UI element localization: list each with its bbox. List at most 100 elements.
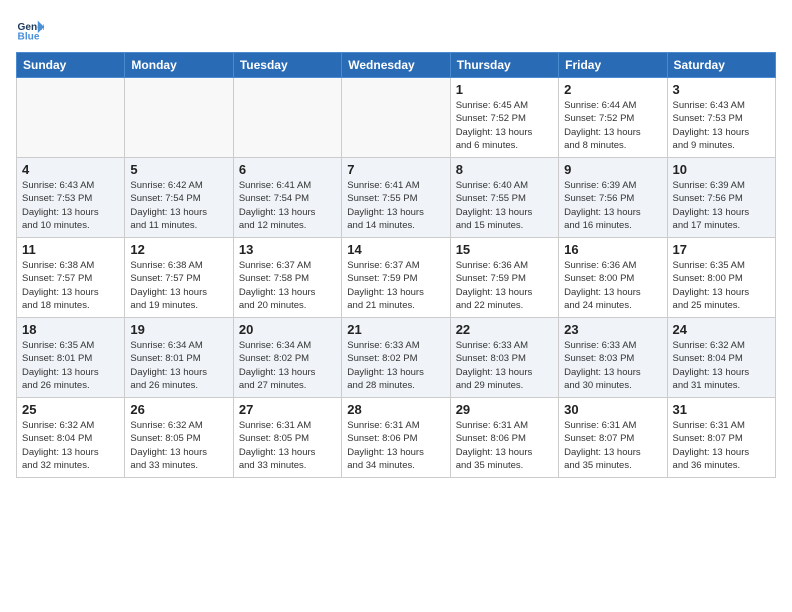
day-info: Sunrise: 6:43 AM Sunset: 7:53 PM Dayligh… [673,99,770,152]
day-number: 21 [347,322,444,337]
day-info: Sunrise: 6:36 AM Sunset: 8:00 PM Dayligh… [564,259,661,312]
day-info: Sunrise: 6:45 AM Sunset: 7:52 PM Dayligh… [456,99,553,152]
calendar-cell: 4 Sunrise: 6:43 AM Sunset: 7:53 PM Daylig… [17,158,125,238]
calendar-cell [342,78,450,158]
day-info: Sunrise: 6:44 AM Sunset: 7:52 PM Dayligh… [564,99,661,152]
day-number: 5 [130,162,227,177]
day-number: 20 [239,322,336,337]
calendar-cell: 23 Sunrise: 6:33 AM Sunset: 8:03 PM Dayli… [559,318,667,398]
calendar-cell: 10 Sunrise: 6:39 AM Sunset: 7:56 PM Dayli… [667,158,775,238]
calendar-cell: 15 Sunrise: 6:36 AM Sunset: 7:59 PM Dayli… [450,238,558,318]
calendar-cell: 7 Sunrise: 6:41 AM Sunset: 7:55 PM Daylig… [342,158,450,238]
calendar-cell: 6 Sunrise: 6:41 AM Sunset: 7:54 PM Daylig… [233,158,341,238]
day-number: 15 [456,242,553,257]
weekday-header: Sunday [17,53,125,78]
calendar-cell: 2 Sunrise: 6:44 AM Sunset: 7:52 PM Daylig… [559,78,667,158]
day-number: 31 [673,402,770,417]
calendar-cell: 9 Sunrise: 6:39 AM Sunset: 7:56 PM Daylig… [559,158,667,238]
svg-text:Blue: Blue [18,31,40,42]
day-info: Sunrise: 6:42 AM Sunset: 7:54 PM Dayligh… [130,179,227,232]
day-number: 4 [22,162,119,177]
day-info: Sunrise: 6:31 AM Sunset: 8:07 PM Dayligh… [564,419,661,472]
calendar-cell: 30 Sunrise: 6:31 AM Sunset: 8:07 PM Dayli… [559,398,667,478]
calendar-cell [233,78,341,158]
page-header: General Blue [16,16,776,44]
day-number: 12 [130,242,227,257]
weekday-header: Saturday [667,53,775,78]
calendar-cell: 11Sunrise: 6:38 AM Sunset: 7:57 PM Dayli… [17,238,125,318]
day-info: Sunrise: 6:36 AM Sunset: 7:59 PM Dayligh… [456,259,553,312]
day-number: 7 [347,162,444,177]
calendar-cell: 5 Sunrise: 6:42 AM Sunset: 7:54 PM Daylig… [125,158,233,238]
logo-icon: General Blue [16,16,44,44]
weekday-header: Wednesday [342,53,450,78]
calendar-cell: 20Sunrise: 6:34 AM Sunset: 8:02 PM Dayli… [233,318,341,398]
calendar-cell: 1 Sunrise: 6:45 AM Sunset: 7:52 PM Daylig… [450,78,558,158]
calendar-cell: 14 Sunrise: 6:37 AM Sunset: 7:59 PM Dayli… [342,238,450,318]
day-number: 2 [564,82,661,97]
day-number: 1 [456,82,553,97]
day-number: 30 [564,402,661,417]
weekday-header: Monday [125,53,233,78]
day-number: 19 [130,322,227,337]
calendar-cell: 31 Sunrise: 6:31 AM Sunset: 8:07 PM Dayli… [667,398,775,478]
calendar-header-row: SundayMondayTuesdayWednesdayThursdayFrid… [17,53,776,78]
weekday-header: Friday [559,53,667,78]
day-number: 10 [673,162,770,177]
day-number: 13 [239,242,336,257]
calendar-cell: 8 Sunrise: 6:40 AM Sunset: 7:55 PM Daylig… [450,158,558,238]
day-info: Sunrise: 6:31 AM Sunset: 8:06 PM Dayligh… [456,419,553,472]
day-info: Sunrise: 6:39 AM Sunset: 7:56 PM Dayligh… [564,179,661,232]
day-info: Sunrise: 6:43 AM Sunset: 7:53 PM Dayligh… [22,179,119,232]
day-info: Sunrise: 6:35 AM Sunset: 8:01 PM Dayligh… [22,339,119,392]
day-info: Sunrise: 6:41 AM Sunset: 7:54 PM Dayligh… [239,179,336,232]
calendar-cell: 28Sunrise: 6:31 AM Sunset: 8:06 PM Dayli… [342,398,450,478]
day-number: 22 [456,322,553,337]
day-info: Sunrise: 6:37 AM Sunset: 7:58 PM Dayligh… [239,259,336,312]
day-info: Sunrise: 6:39 AM Sunset: 7:56 PM Dayligh… [673,179,770,232]
day-number: 6 [239,162,336,177]
calendar-cell: 29 Sunrise: 6:31 AM Sunset: 8:06 PM Dayli… [450,398,558,478]
day-number: 9 [564,162,661,177]
weekday-header: Thursday [450,53,558,78]
calendar-cell: 25Sunrise: 6:32 AM Sunset: 8:04 PM Dayli… [17,398,125,478]
calendar-cell: 3 Sunrise: 6:43 AM Sunset: 7:53 PM Daylig… [667,78,775,158]
day-info: Sunrise: 6:41 AM Sunset: 7:55 PM Dayligh… [347,179,444,232]
day-info: Sunrise: 6:37 AM Sunset: 7:59 PM Dayligh… [347,259,444,312]
day-number: 17 [673,242,770,257]
day-number: 24 [673,322,770,337]
day-info: Sunrise: 6:31 AM Sunset: 8:05 PM Dayligh… [239,419,336,472]
day-number: 8 [456,162,553,177]
day-number: 3 [673,82,770,97]
calendar-cell: 18 Sunrise: 6:35 AM Sunset: 8:01 PM Dayli… [17,318,125,398]
day-number: 11 [22,242,119,257]
weekday-header: Tuesday [233,53,341,78]
calendar-cell: 12Sunrise: 6:38 AM Sunset: 7:57 PM Dayli… [125,238,233,318]
calendar-cell [125,78,233,158]
day-number: 18 [22,322,119,337]
calendar-cell: 17 Sunrise: 6:35 AM Sunset: 8:00 PM Dayli… [667,238,775,318]
calendar-week-row: 18 Sunrise: 6:35 AM Sunset: 8:01 PM Dayli… [17,318,776,398]
calendar-cell: 13 Sunrise: 6:37 AM Sunset: 7:58 PM Dayli… [233,238,341,318]
calendar-cell [17,78,125,158]
logo: General Blue [16,16,48,44]
day-number: 14 [347,242,444,257]
calendar-cell: 26Sunrise: 6:32 AM Sunset: 8:05 PM Dayli… [125,398,233,478]
day-number: 23 [564,322,661,337]
calendar-table: SundayMondayTuesdayWednesdayThursdayFrid… [16,52,776,478]
calendar-cell: 22Sunrise: 6:33 AM Sunset: 8:03 PM Dayli… [450,318,558,398]
day-info: Sunrise: 6:33 AM Sunset: 8:03 PM Dayligh… [564,339,661,392]
day-info: Sunrise: 6:34 AM Sunset: 8:01 PM Dayligh… [130,339,227,392]
calendar-week-row: 25Sunrise: 6:32 AM Sunset: 8:04 PM Dayli… [17,398,776,478]
day-info: Sunrise: 6:31 AM Sunset: 8:07 PM Dayligh… [673,419,770,472]
day-info: Sunrise: 6:31 AM Sunset: 8:06 PM Dayligh… [347,419,444,472]
calendar-cell: 27 Sunrise: 6:31 AM Sunset: 8:05 PM Dayli… [233,398,341,478]
day-number: 27 [239,402,336,417]
day-info: Sunrise: 6:40 AM Sunset: 7:55 PM Dayligh… [456,179,553,232]
calendar-cell: 21Sunrise: 6:33 AM Sunset: 8:02 PM Dayli… [342,318,450,398]
day-info: Sunrise: 6:35 AM Sunset: 8:00 PM Dayligh… [673,259,770,312]
calendar-cell: 16Sunrise: 6:36 AM Sunset: 8:00 PM Dayli… [559,238,667,318]
calendar-cell: 24 Sunrise: 6:32 AM Sunset: 8:04 PM Dayli… [667,318,775,398]
day-info: Sunrise: 6:32 AM Sunset: 8:04 PM Dayligh… [673,339,770,392]
day-number: 29 [456,402,553,417]
